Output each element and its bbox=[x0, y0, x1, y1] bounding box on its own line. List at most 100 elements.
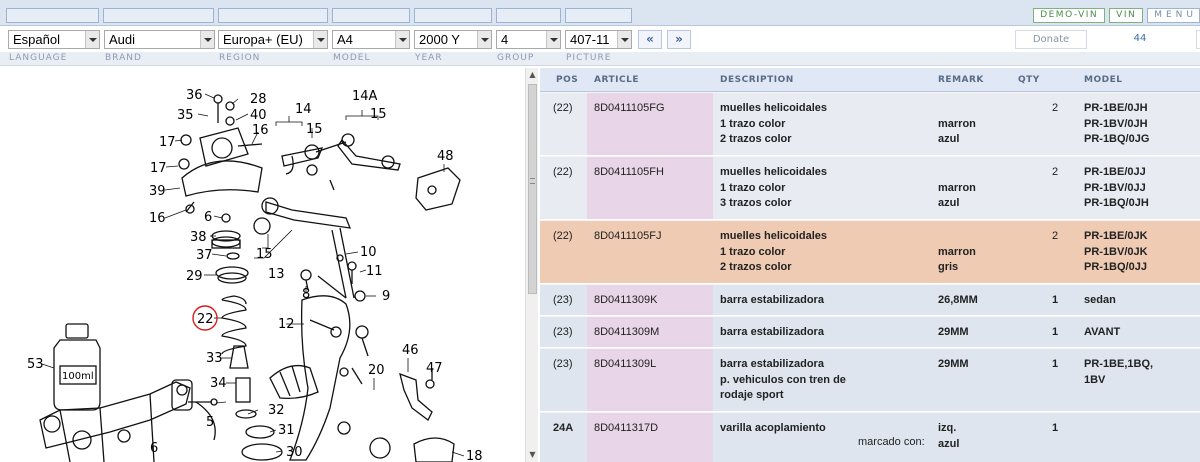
table-row[interactable]: 24A 8D0411317D varilla acoplamiento izq.… bbox=[540, 413, 1200, 462]
label-16-b[interactable]: 16 bbox=[149, 211, 166, 226]
cell-qty: 2 bbox=[1052, 166, 1059, 178]
label-35[interactable]: 35 bbox=[177, 108, 194, 123]
desc-line: p. vehiculos con tren de bbox=[720, 373, 846, 386]
label-6[interactable]: 6 bbox=[204, 210, 212, 225]
label-8[interactable]: 8 bbox=[302, 287, 310, 302]
prev-picture-button[interactable]: « bbox=[638, 30, 662, 49]
label-6-b[interactable]: 6 bbox=[150, 441, 158, 456]
demo-vin-button[interactable]: DEMO-VIN bbox=[1033, 8, 1106, 23]
label-33[interactable]: 33 bbox=[206, 351, 223, 366]
model-line: PR-1BE/0JJ bbox=[1084, 166, 1146, 178]
header-remark[interactable]: REMARK bbox=[938, 75, 984, 85]
vin-button[interactable]: VIN bbox=[1109, 8, 1144, 23]
next-picture-button[interactable]: » bbox=[667, 30, 691, 49]
cell-article[interactable]: 8D0411317D bbox=[587, 413, 713, 462]
header-article[interactable]: ARTICLE bbox=[594, 75, 639, 85]
group-select[interactable]: 4 bbox=[496, 30, 561, 49]
label-17[interactable]: 17 bbox=[159, 135, 176, 150]
label-18[interactable]: 18 bbox=[466, 449, 483, 462]
label-46[interactable]: 46 bbox=[402, 343, 419, 358]
cell-article[interactable]: 8D0411105FJ bbox=[587, 221, 713, 283]
label-53[interactable]: 53 bbox=[27, 357, 44, 372]
blank-tab-4[interactable] bbox=[332, 8, 410, 23]
label-20[interactable]: 20 bbox=[368, 363, 385, 378]
scroll-up-arrow-icon[interactable]: ▲ bbox=[526, 70, 539, 82]
cell-article[interactable]: 8D0411105FG bbox=[587, 93, 713, 155]
label-16[interactable]: 16 bbox=[252, 123, 269, 138]
chevron-down-icon bbox=[313, 31, 327, 48]
label-5[interactable]: 5 bbox=[206, 415, 214, 430]
label-47[interactable]: 47 bbox=[426, 361, 443, 376]
menu-button[interactable]: MENU bbox=[1147, 8, 1200, 23]
label-39[interactable]: 39 bbox=[149, 184, 166, 199]
desc-line: 2 trazos color bbox=[720, 133, 792, 145]
scroll-down-arrow-icon[interactable]: ▼ bbox=[526, 450, 539, 462]
label-13[interactable]: 13 bbox=[268, 267, 285, 282]
blank-tab-3[interactable] bbox=[218, 8, 328, 23]
label-48[interactable]: 48 bbox=[437, 149, 454, 164]
label-12[interactable]: 12 bbox=[278, 317, 295, 332]
label-11[interactable]: 11 bbox=[366, 264, 383, 279]
brand-value: Audi bbox=[109, 32, 136, 47]
table-row[interactable]: (23) 8D0411309K barra estabilizadora 26,… bbox=[540, 285, 1200, 316]
label-38[interactable]: 38 bbox=[190, 230, 207, 245]
table-row-selected[interactable]: (22) 8D0411105FJ muelles helicoidales 1 … bbox=[540, 221, 1200, 284]
cell-article[interactable]: 8D0411309L bbox=[587, 349, 713, 411]
label-9[interactable]: 9 bbox=[382, 289, 390, 304]
language-select[interactable]: Español bbox=[8, 30, 100, 49]
blank-tab-1[interactable] bbox=[6, 8, 99, 23]
picture-value: 407-11 bbox=[570, 32, 610, 47]
year-select[interactable]: 2000 Y bbox=[414, 30, 492, 49]
blank-tab-6[interactable] bbox=[496, 8, 561, 23]
remark-line: marron bbox=[938, 245, 976, 258]
cell-remark: izq. azul bbox=[931, 413, 1011, 462]
desc-line: 3 trazos color bbox=[720, 197, 792, 209]
label-15[interactable]: 15 bbox=[306, 122, 323, 137]
label-15-c[interactable]: 15 bbox=[256, 247, 273, 262]
label-14[interactable]: 14 bbox=[295, 102, 312, 117]
cell-pos: (23) bbox=[553, 358, 573, 370]
label-34[interactable]: 34 bbox=[210, 376, 227, 391]
label-14a[interactable]: 14A bbox=[352, 89, 378, 104]
label-22[interactable]: 22 bbox=[197, 312, 214, 327]
region-select[interactable]: Europa+ (EU) bbox=[218, 30, 328, 49]
caption-year: YEAR bbox=[415, 53, 443, 63]
header-qty[interactable]: QTY bbox=[1018, 75, 1040, 85]
cell-model bbox=[1077, 413, 1200, 462]
donate-button[interactable]: Donate bbox=[1015, 30, 1087, 49]
label-36[interactable]: 36 bbox=[186, 88, 203, 103]
table-row[interactable]: (22) 8D0411105FH muelles helicoidales 1 … bbox=[540, 157, 1200, 220]
blank-tab-5[interactable] bbox=[414, 8, 492, 23]
header-description[interactable]: DESCRIPTION bbox=[720, 75, 794, 85]
cell-article[interactable]: 8D0411105FH bbox=[587, 157, 713, 219]
label-29[interactable]: 29 bbox=[186, 269, 203, 284]
label-10[interactable]: 10 bbox=[360, 245, 377, 260]
brand-select[interactable]: Audi bbox=[104, 30, 215, 49]
label-31[interactable]: 31 bbox=[278, 423, 295, 438]
parts-diagram[interactable]: 36 28 35 40 16 14 14A 15 15 17 17 48 39 … bbox=[0, 68, 525, 462]
cell-article[interactable]: 8D0411309M bbox=[587, 317, 713, 347]
label-15-b[interactable]: 15 bbox=[370, 107, 387, 122]
header-pos[interactable]: POS bbox=[556, 75, 578, 85]
table-row[interactable]: (23) 8D0411309L barra estabilizadora p. … bbox=[540, 349, 1200, 412]
diagram-scrollbar[interactable]: ▲ ▼ bbox=[525, 68, 538, 462]
blank-tab-7[interactable] bbox=[565, 8, 632, 23]
blank-tab-2[interactable] bbox=[103, 8, 214, 23]
cell-article[interactable]: 8D0411309K bbox=[587, 285, 713, 315]
header-model[interactable]: MODEL bbox=[1084, 75, 1122, 85]
label-37[interactable]: 37 bbox=[196, 248, 213, 263]
remark-line bbox=[938, 229, 1011, 245]
scrollbar-thumb[interactable] bbox=[528, 84, 537, 294]
cell-pos: (23) bbox=[553, 294, 573, 306]
label-17-b[interactable]: 17 bbox=[150, 161, 167, 176]
table-row[interactable]: (23) 8D0411309M barra estabilizadora 29M… bbox=[540, 317, 1200, 348]
label-40[interactable]: 40 bbox=[250, 108, 267, 123]
table-row[interactable]: (22) 8D0411105FG muelles helicoidales 1 … bbox=[540, 93, 1200, 156]
picture-select[interactable]: 407-11 bbox=[565, 30, 632, 49]
label-32[interactable]: 32 bbox=[268, 403, 285, 418]
right-box[interactable] bbox=[1196, 30, 1200, 49]
label-30[interactable]: 30 bbox=[286, 445, 303, 460]
cell-model: PR-1BE/0JJ PR-1BV/0JJ PR-1BQ/0JH bbox=[1077, 157, 1200, 219]
label-28[interactable]: 28 bbox=[250, 92, 267, 107]
model-select[interactable]: A4 bbox=[332, 30, 410, 49]
